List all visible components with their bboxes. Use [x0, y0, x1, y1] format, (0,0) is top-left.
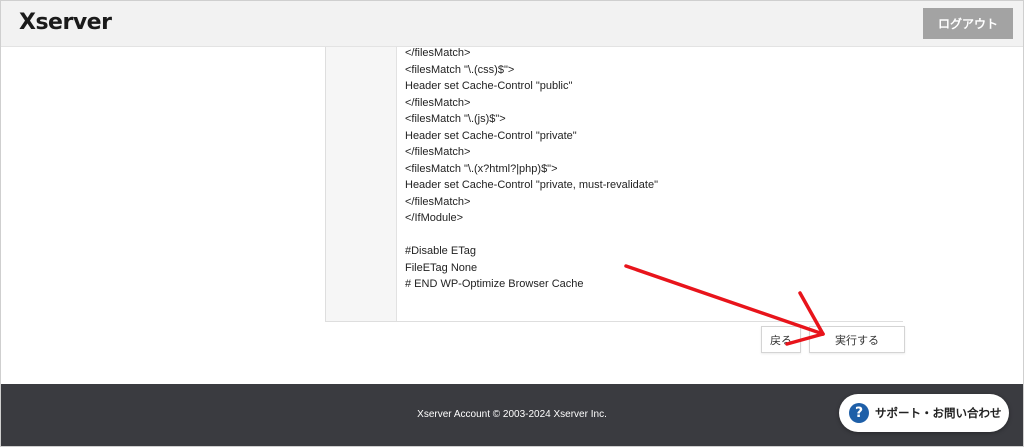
execute-button[interactable]: 実行する	[809, 326, 905, 353]
code-line: </filesMatch>	[405, 146, 471, 158]
code-line: </filesMatch>	[405, 195, 471, 208]
back-button[interactable]: 戻る	[761, 326, 801, 353]
code-line: #Disable ETag	[405, 245, 476, 257]
code-line: FileETag None	[405, 261, 478, 274]
xserver-logo[interactable]: Xserver	[19, 10, 112, 35]
code-line: <filesMatch "\.(x?html?|php)$">	[405, 162, 558, 175]
code-line: Header set Cache-Control "private, must-…	[405, 179, 658, 191]
question-icon: ?	[849, 403, 869, 423]
logout-button[interactable]: ログアウト	[923, 8, 1013, 39]
code-line: <filesMatch "\.(css)$">	[405, 63, 515, 76]
code-line: Header set Cache-Control "public"	[405, 80, 573, 92]
code-line: </filesMatch>	[405, 47, 471, 59]
code-line: # END WP-Optimize Browser Cache	[405, 278, 584, 290]
code-line: </IfModule>	[405, 212, 464, 224]
site-header: Xserver ログアウト	[1, 1, 1023, 47]
code-text-area: </filesMatch> <filesMatch "\.(css)$"> He…	[396, 47, 903, 321]
code-line: </filesMatch>	[405, 96, 471, 109]
htaccess-code-panel: </filesMatch> <filesMatch "\.(css)$"> He…	[325, 47, 903, 322]
support-contact-label: サポート・お問い合わせ	[875, 406, 1002, 420]
support-contact-button[interactable]: ? サポート・お問い合わせ	[839, 394, 1009, 432]
code-line: <filesMatch "\.(js)$">	[405, 113, 506, 125]
code-line: Header set Cache-Control "private"	[405, 129, 577, 142]
